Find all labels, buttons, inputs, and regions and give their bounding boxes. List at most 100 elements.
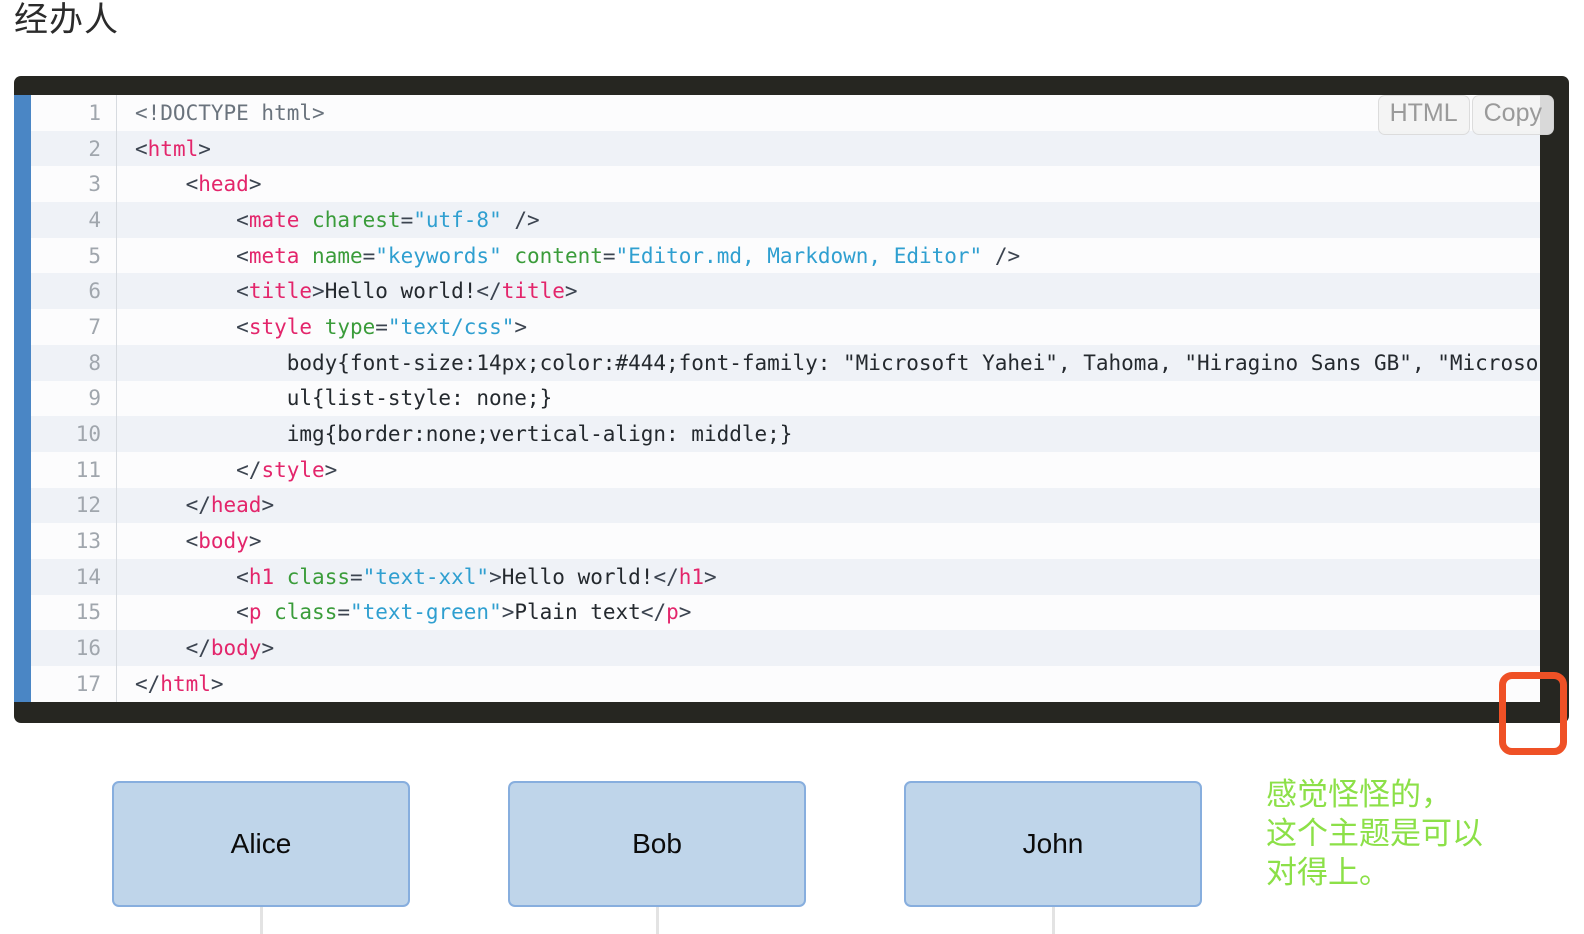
code-line: 17 </html> bbox=[31, 666, 1540, 702]
code-line: 14 <h1 class="text-xxl">Hello world!</h1… bbox=[31, 558, 1540, 595]
line-number: 5 bbox=[31, 237, 117, 274]
line-number: 15 bbox=[31, 594, 117, 631]
code-token: < bbox=[236, 243, 249, 268]
code-line-content: <p class="text-green">Plain text</p> bbox=[116, 594, 1540, 631]
code-token: = bbox=[400, 207, 414, 232]
actor-box[interactable]: Bob bbox=[508, 781, 806, 907]
code-line: 11 </style> bbox=[31, 451, 1540, 488]
code-token: /> bbox=[982, 243, 1021, 268]
line-number: 17 bbox=[31, 666, 117, 702]
code-token: > bbox=[248, 529, 262, 554]
code-token: "keywords" bbox=[375, 243, 502, 268]
code-line-content: <mate charest="utf-8" /> bbox=[116, 202, 1540, 238]
code-token: > bbox=[248, 172, 262, 197]
code-token: title bbox=[248, 279, 313, 304]
line-number: 9 bbox=[31, 380, 117, 417]
actor-box[interactable]: John bbox=[904, 781, 1202, 907]
code-token: <!DOCTYPE html> bbox=[135, 100, 325, 125]
line-number: 3 bbox=[31, 166, 117, 203]
code-line-content: <head> bbox=[116, 166, 1540, 203]
actor-box[interactable]: Alice bbox=[112, 781, 410, 907]
annotation-highlight-rect bbox=[1499, 672, 1567, 755]
line-number: 16 bbox=[31, 630, 117, 666]
code-token: Plain text bbox=[514, 600, 641, 625]
code-line: 2 <html> bbox=[31, 130, 1540, 167]
code-line: 7 <style type="text/css"> bbox=[31, 309, 1540, 345]
code-token: h1 bbox=[678, 564, 705, 589]
code-line: 6 <title>Hello world!</title> bbox=[31, 273, 1540, 310]
code-line: 15 <p class="text-green">Plain text</p> bbox=[31, 594, 1540, 631]
code-token: html bbox=[147, 136, 199, 161]
code-token: name bbox=[312, 243, 363, 268]
code-token: < bbox=[135, 136, 148, 161]
code-token: ul{list-style: none;} bbox=[135, 386, 553, 411]
code-token: body{font-size:14px;color:#444;font-fami… bbox=[286, 350, 1540, 375]
code-token: type bbox=[324, 314, 376, 339]
code-token: class bbox=[286, 564, 350, 589]
code-token: head bbox=[210, 493, 262, 518]
code-token: = bbox=[337, 600, 350, 625]
code-line-content: <meta name="keywords" content="Editor.md… bbox=[116, 237, 1540, 274]
code-scroll-area[interactable]: 1 <!DOCTYPE html> 2 <html> 3 <head> 4 <mate c… bbox=[31, 95, 1540, 702]
line-number: 14 bbox=[31, 558, 117, 595]
code-token: Hello world! bbox=[324, 279, 477, 304]
line-number: 2 bbox=[31, 130, 117, 167]
code-token: mate bbox=[248, 207, 300, 232]
code-token: > bbox=[564, 279, 578, 304]
code-token: content bbox=[514, 243, 603, 268]
code-line: 9 ul{list-style: none;} bbox=[31, 380, 1540, 417]
code-line-content: </head> bbox=[116, 487, 1540, 524]
code-token: > bbox=[261, 636, 275, 661]
code-token: </ bbox=[640, 600, 667, 625]
code-token: </ bbox=[476, 279, 502, 304]
code-line: 3 <head> bbox=[31, 166, 1540, 203]
line-number: 1 bbox=[31, 95, 117, 131]
code-line-content: body{font-size:14px;color:#444;font-fami… bbox=[116, 344, 1540, 381]
code-line-content: <!DOCTYPE html> bbox=[116, 95, 1540, 131]
code-line-content: <html> bbox=[116, 130, 1540, 167]
code-line: 1 <!DOCTYPE html> bbox=[31, 95, 1540, 131]
code-token: charest bbox=[312, 207, 401, 232]
code-line-content: img{border:none;vertical-align: middle;} bbox=[116, 416, 1540, 452]
code-token: style bbox=[261, 457, 325, 482]
code-token: body bbox=[210, 636, 262, 661]
actor-lifeline bbox=[260, 907, 263, 934]
code-token: > bbox=[312, 279, 325, 304]
code-block-actions: HTML Copy bbox=[1377, 95, 1554, 135]
actor-label: John bbox=[1022, 828, 1084, 859]
code-token: = bbox=[349, 564, 363, 589]
code-line-content: <body> bbox=[116, 523, 1540, 559]
code-token: < bbox=[236, 314, 249, 339]
code-token: "Editor.md, Markdown, Editor" bbox=[615, 243, 983, 268]
code-line: 16 </body> bbox=[31, 630, 1540, 666]
code-line-content: <h1 class="text-xxl">Hello world!</h1> bbox=[116, 558, 1540, 595]
line-number: 4 bbox=[31, 202, 117, 238]
code-token: > bbox=[198, 136, 211, 161]
code-token: > bbox=[261, 493, 275, 518]
code-token: > bbox=[704, 564, 717, 589]
copy-button[interactable]: Copy bbox=[1471, 95, 1554, 135]
language-badge[interactable]: HTML bbox=[1377, 95, 1470, 135]
code-token: < bbox=[236, 207, 249, 232]
line-number: 7 bbox=[31, 309, 117, 345]
code-editor-body: 1 <!DOCTYPE html> 2 <html> 3 <head> 4 <mate c… bbox=[14, 95, 1540, 702]
code-token: Hello world! bbox=[501, 564, 654, 589]
line-number: 12 bbox=[31, 487, 117, 524]
line-number: 11 bbox=[31, 451, 117, 488]
code-line: 12 </head> bbox=[31, 487, 1540, 524]
code-token: html bbox=[160, 671, 211, 696]
code-token: h1 bbox=[248, 564, 275, 589]
code-line-content: <title>Hello world!</title> bbox=[116, 273, 1540, 310]
code-token: /> bbox=[501, 207, 540, 232]
